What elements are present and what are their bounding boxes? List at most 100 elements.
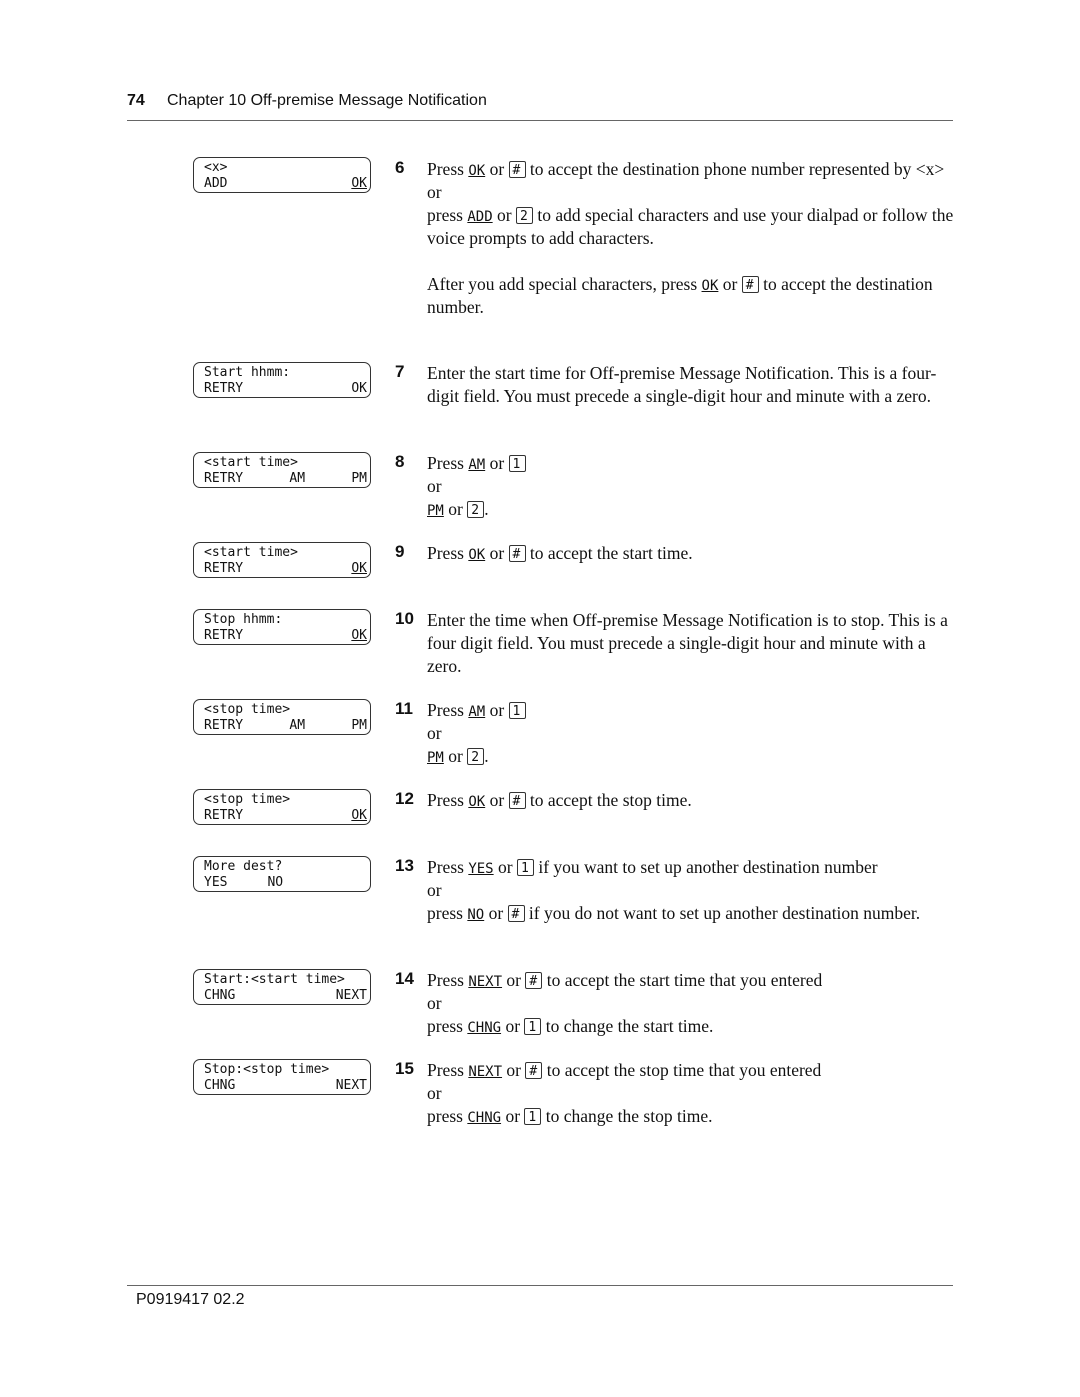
document-id: P0919417 02.2 [136, 1291, 245, 1308]
display-line1: <start time> [204, 455, 298, 470]
hash-key-icon: # [741, 276, 759, 293]
display-line1: <start time> [204, 545, 298, 560]
text: or [489, 453, 505, 473]
step-number: 6 [395, 158, 405, 177]
softkey-retry[interactable]: RETRY [204, 381, 243, 396]
text: press [427, 1016, 463, 1036]
softkey-pm: PM [427, 503, 444, 519]
text: Press [427, 1060, 464, 1080]
softkey-ok[interactable]: OK [351, 381, 367, 396]
softkey-chng[interactable]: CHNG [204, 988, 235, 1003]
softkey-ok[interactable]: OK [351, 176, 367, 191]
text: Press [427, 700, 464, 720]
hash-key-icon: # [508, 792, 526, 809]
phone-display: Stop hhmm: RETRY OK [193, 609, 371, 645]
text: press [427, 1106, 463, 1126]
softkey-ok[interactable]: OK [351, 561, 367, 576]
or-text: or [427, 723, 442, 743]
display-line1: More dest? [204, 859, 283, 874]
softkey-ok[interactable]: OK [351, 808, 367, 823]
softkey-add: ADD [467, 209, 493, 225]
text: or [489, 159, 505, 179]
softkey-pm[interactable]: PM [351, 471, 367, 486]
softkey-no[interactable]: NO [267, 875, 283, 890]
or-text: or [427, 182, 442, 202]
text: if you do not want to set up another des… [528, 903, 921, 923]
phone-display: Start:<start time> CHNG NEXT [193, 969, 371, 1005]
hash-key-icon: # [508, 161, 526, 178]
phone-display: <x> ADD OK [193, 157, 371, 193]
text: if you want to set up another destinatio… [538, 857, 878, 877]
key-2-icon: 2 [467, 501, 485, 518]
text: Press [427, 543, 464, 563]
phone-display: <start time> RETRY OK [193, 542, 371, 578]
softkey-retry[interactable]: RETRY [204, 718, 243, 733]
page-header: 74 Chapter 10 Off-premise Message Notifi… [127, 90, 953, 121]
text: Press [427, 857, 464, 877]
text: or [505, 1106, 521, 1126]
text: to change the stop time. [545, 1106, 713, 1126]
hash-key-icon: # [508, 545, 526, 562]
phone-display: <start time> RETRY AM PM [193, 452, 371, 488]
step-number: 15 [395, 1059, 414, 1078]
softkey-ok: OK [701, 278, 719, 294]
text: Press [427, 970, 464, 990]
display-line1: <x> [204, 160, 228, 175]
text: to accept the start time. [529, 543, 693, 563]
step-number: 14 [395, 969, 414, 988]
softkey-chng: CHNG [467, 1110, 502, 1126]
softkey-retry[interactable]: RETRY [204, 471, 243, 486]
softkey-add[interactable]: ADD [204, 176, 227, 191]
softkey-next[interactable]: NEXT [336, 1078, 367, 1093]
softkey-pm[interactable]: PM [351, 718, 367, 733]
text: or [722, 274, 738, 294]
text: . [484, 499, 489, 519]
display-line1: Stop:<stop time> [204, 1062, 330, 1077]
softkey-yes: YES [468, 861, 494, 877]
key-1-icon: 1 [508, 702, 526, 719]
chapter-title: Chapter 10 Off-premise Message Notificat… [167, 92, 487, 109]
display-line1: Start hhmm: [204, 365, 291, 380]
softkey-chng[interactable]: CHNG [204, 1078, 235, 1093]
text: or [488, 903, 504, 923]
text: press [427, 205, 463, 225]
text: to accept the stop time. [529, 790, 692, 810]
step-number: 8 [395, 452, 405, 471]
hash-key-icon: # [507, 905, 525, 922]
text: Press [427, 453, 464, 473]
text: to accept the destination phone number r… [529, 159, 945, 179]
step-number: 13 [395, 856, 414, 875]
softkey-ok[interactable]: OK [351, 628, 367, 643]
softkey-next: NEXT [468, 1064, 503, 1080]
softkey-am[interactable]: AM [289, 471, 305, 486]
step-number: 9 [395, 542, 405, 561]
softkey-am: AM [468, 457, 486, 473]
softkey-next[interactable]: NEXT [336, 988, 367, 1003]
phone-display: Stop:<stop time> CHNG NEXT [193, 1059, 371, 1095]
display-line1: Start:<start time> [204, 972, 345, 987]
softkey-yes[interactable]: YES [204, 875, 227, 890]
or-text: or [427, 1083, 442, 1103]
softkey-retry[interactable]: RETRY [204, 628, 243, 643]
step-number: 12 [395, 789, 414, 808]
softkey-am[interactable]: AM [289, 718, 305, 733]
display-line1: <stop time> [204, 792, 291, 807]
phone-display: <stop time> RETRY OK [193, 789, 371, 825]
key-2-icon: 2 [515, 207, 533, 224]
key-1-icon: 1 [524, 1108, 542, 1125]
text: or [489, 790, 505, 810]
text: or [448, 499, 463, 519]
hash-key-icon: # [525, 972, 543, 989]
softkey-chng: CHNG [467, 1020, 502, 1036]
key-1-icon: 1 [516, 859, 534, 876]
softkey-am: AM [468, 704, 486, 720]
key-2-icon: 2 [467, 748, 485, 765]
text: . [484, 746, 489, 766]
text: Press [427, 790, 464, 810]
text: or [497, 205, 512, 225]
key-1-icon: 1 [508, 455, 526, 472]
softkey-retry[interactable]: RETRY [204, 561, 243, 576]
step-number: 10 [395, 609, 414, 628]
softkey-retry[interactable]: RETRY [204, 808, 243, 823]
softkey-ok: OK [468, 794, 486, 810]
